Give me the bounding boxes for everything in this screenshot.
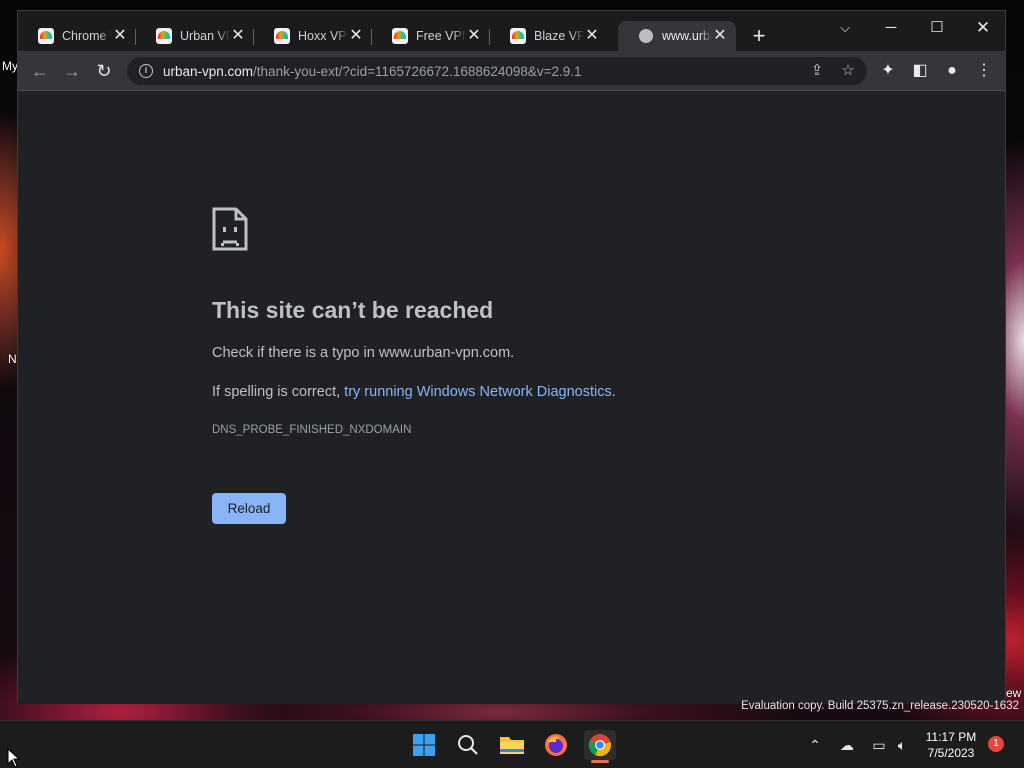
close-tab-icon[interactable]: ✕ (230, 28, 246, 44)
onedrive-cloud-icon[interactable]: ☁ (837, 735, 857, 755)
desktop-icon-label[interactable]: My (2, 59, 18, 73)
firefox-icon (545, 734, 567, 756)
vpn-favicon-icon (510, 28, 526, 44)
tab-title: Urban VPN (180, 29, 230, 43)
error-code: DNS_PROBE_FINISHED_NXDOMAIN (212, 424, 412, 436)
search-button[interactable] (452, 730, 484, 760)
folder-icon (500, 737, 524, 754)
new-tab-button[interactable]: + (748, 25, 770, 47)
address-bar[interactable]: i urban-vpn.com/thank-you-ext/?cid=11657… (127, 57, 867, 85)
diagnostics-prefix: If spelling is correct, (212, 384, 345, 400)
vpn-favicon-icon (274, 28, 290, 44)
typo-hint: Check if there is a typo in www.urban-vp… (212, 345, 515, 361)
extensions-puzzle-icon[interactable]: ✦ (877, 60, 899, 82)
tab-title: www.urban-vpn.com (662, 29, 712, 43)
tab-title: Free VPN (416, 29, 466, 43)
search-icon (458, 735, 478, 755)
reload-toolbar-button[interactable]: ↻ (92, 59, 116, 83)
desktop-icon-label[interactable]: ew (1006, 686, 1021, 700)
tab-free-vpn[interactable]: Free VPN ✕ (372, 21, 490, 51)
back-button[interactable]: ← (28, 59, 52, 83)
close-tab-icon[interactable]: ✕ (466, 28, 482, 44)
close-tab-icon[interactable]: ✕ (584, 28, 600, 44)
tab-title: Blaze VPN (534, 29, 584, 43)
mouse-cursor-icon (7, 748, 21, 768)
close-window-button[interactable]: ✕ (960, 15, 1006, 43)
vpn-favicon-icon (392, 28, 408, 44)
volume-icon[interactable]: 🔈︎ (892, 735, 912, 755)
evaluation-watermark: Evaluation copy. Build 25375.zn_release.… (741, 700, 1019, 712)
notification-badge[interactable]: 1 (988, 736, 1004, 752)
windows-logo-icon (413, 734, 435, 756)
tab-title: Hoxx VPN (298, 29, 348, 43)
desktop-icon-label[interactable]: N (8, 352, 17, 366)
tab-strip: Chrome Web Store ✕ Urban VPN ✕ Hoxx VPN … (18, 11, 1005, 51)
close-tab-icon[interactable]: ✕ (712, 28, 728, 44)
close-tab-icon[interactable]: ✕ (348, 28, 364, 44)
minimize-button[interactable]: ─ (868, 15, 914, 43)
info-icon[interactable]: i (139, 64, 153, 78)
show-hidden-icons-chevron-icon[interactable]: ⌃ (805, 735, 825, 755)
reload-button[interactable]: Reload (212, 493, 286, 524)
start-button[interactable] (408, 730, 440, 760)
url-domain: urban-vpn.com (163, 63, 254, 79)
maximize-button[interactable]: ☐ (914, 15, 960, 43)
file-explorer-button[interactable] (496, 730, 528, 760)
tab-urban-vpn[interactable]: Urban VPN ✕ (136, 21, 254, 51)
clock-date: 7/5/2023 (927, 746, 975, 760)
error-page: This site can’t be reached Check if ther… (18, 92, 1005, 704)
diagnostics-suffix: . (611, 384, 616, 400)
network-icon[interactable]: ▭ (869, 735, 889, 755)
taskbar: ⌃ ☁ ▭ 🔈︎ 11:17 PM 7/5/2023 1 (0, 720, 1024, 768)
tab-title: Chrome Web Store (62, 29, 112, 43)
browser-toolbar: ← → ↻ i urban-vpn.com/thank-you-ext/?cid… (18, 51, 1005, 91)
error-title: This site can’t be reached (212, 297, 494, 323)
side-panel-icon[interactable]: ◧ (909, 60, 931, 82)
diagnostics-hint: If spelling is correct, try running Wind… (212, 384, 616, 400)
tab-blaze-vpn[interactable]: Blaze VPN ✕ (490, 21, 608, 51)
chrome-icon (588, 734, 611, 757)
tab-urban-vpn-active[interactable]: www.urban-vpn.com ✕ (618, 21, 736, 51)
chrome-button[interactable] (584, 730, 616, 760)
clock-time: 11:17 PM (925, 730, 977, 744)
network-diagnostics-link[interactable]: try running Windows Network Diagnostics (344, 384, 612, 400)
close-tab-icon[interactable]: ✕ (112, 28, 128, 44)
tab-search-button[interactable]: ⌵ (822, 15, 868, 43)
share-icon[interactable]: ⇪ (807, 61, 827, 81)
tab-hoxx-vpn[interactable]: Hoxx VPN ✕ (254, 21, 372, 51)
tab-chrome-web-store[interactable]: Chrome Web Store ✕ (18, 21, 136, 51)
vpn-favicon-icon (38, 28, 54, 44)
browser-window: Chrome Web Store ✕ Urban VPN ✕ Hoxx VPN … (17, 10, 1006, 704)
active-app-indicator (591, 760, 609, 763)
globe-icon (638, 28, 654, 44)
firefox-button[interactable] (540, 730, 572, 760)
vpn-favicon-icon (156, 28, 172, 44)
sad-page-icon (212, 207, 248, 251)
forward-button[interactable]: → (60, 59, 84, 83)
url-path: /thank-you-ext/?cid=1165726672.168862409… (253, 63, 582, 79)
profile-avatar-icon[interactable]: ● (941, 60, 963, 82)
menu-kebab-icon[interactable]: ⋮ (973, 60, 995, 82)
clock[interactable]: 11:17 PM 7/5/2023 (917, 729, 985, 761)
bookmark-star-icon[interactable]: ☆ (838, 61, 858, 81)
